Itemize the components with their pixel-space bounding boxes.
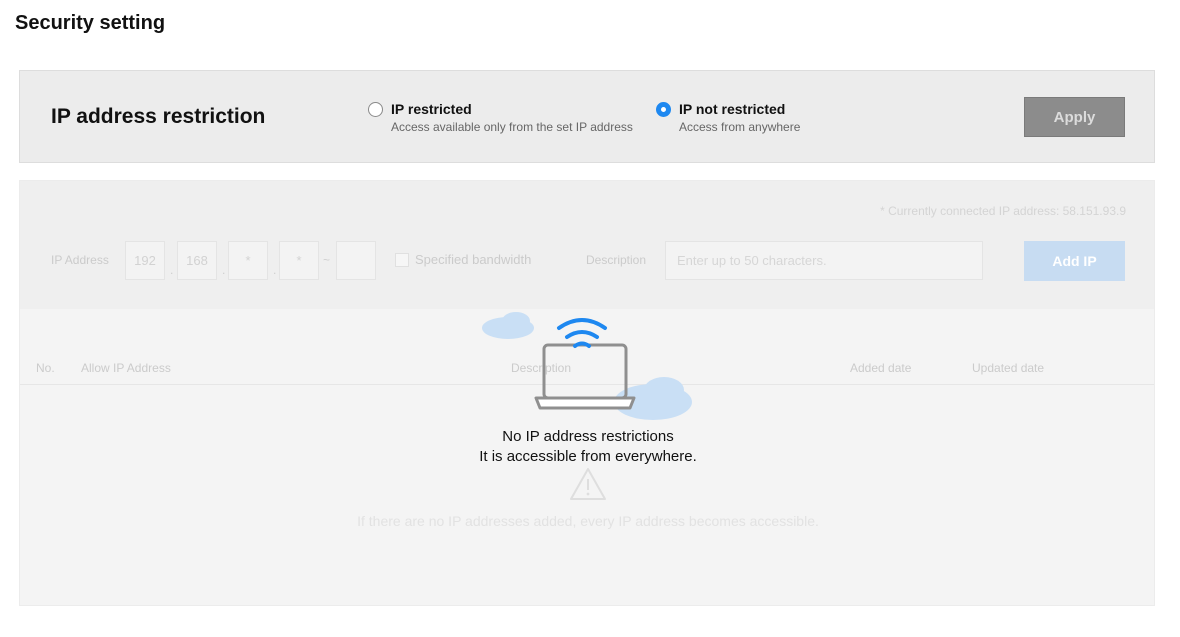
- col-updated-date: Updated date: [972, 361, 1045, 375]
- wifi-icon: [557, 318, 607, 348]
- add-ip-form: * Currently connected IP address: 58.151…: [20, 181, 1154, 309]
- ip-octet-3-input[interactable]: *: [228, 241, 268, 280]
- overlay-message: No IP address restrictions It is accessi…: [0, 427, 1176, 467]
- ip-octet-4-input[interactable]: *: [279, 241, 319, 280]
- overlay-line-2: It is accessible from everywhere.: [479, 448, 697, 465]
- ip-dot: .: [273, 263, 277, 277]
- ip-octet-1-input[interactable]: 192: [125, 241, 165, 280]
- ip-restriction-panel: IP address restriction IP restricted Acc…: [19, 70, 1155, 163]
- col-no: No.: [36, 361, 55, 375]
- ip-range-tilde: ~: [323, 253, 331, 267]
- ip-octet-2-input[interactable]: 168: [177, 241, 217, 280]
- restriction-title: IP address restriction: [51, 105, 266, 128]
- description-label: Description: [586, 253, 647, 267]
- empty-list-text: If there are no IP addresses added, ever…: [357, 513, 819, 529]
- ip-dot: .: [222, 263, 226, 277]
- laptop-icon: [534, 343, 636, 410]
- bandwidth-label: Specified bandwidth: [415, 252, 532, 267]
- bandwidth-checkbox[interactable]: [395, 253, 409, 267]
- ip-range-end-input[interactable]: [336, 241, 376, 280]
- ip-dot: .: [170, 263, 174, 277]
- warning-icon: [570, 468, 606, 500]
- radio-ip-not-restricted-circle[interactable]: [656, 102, 671, 117]
- connected-ip-note: * Currently connected IP address: 58.151…: [880, 204, 1126, 218]
- page-title: Security setting: [15, 12, 166, 34]
- add-ip-button[interactable]: Add IP: [1024, 241, 1125, 281]
- overlay-line-1: No IP address restrictions: [502, 428, 674, 445]
- radio-ip-not-restricted-desc: Access from anywhere: [679, 120, 801, 134]
- ip-address-label: IP Address: [51, 253, 109, 267]
- no-restriction-illustration: [482, 312, 692, 420]
- radio-ip-restricted-desc: Access available only from the set IP ad…: [391, 120, 633, 134]
- cloud-icon: [482, 312, 534, 339]
- radio-ip-restricted-circle[interactable]: [368, 102, 383, 117]
- apply-button[interactable]: Apply: [1024, 97, 1125, 137]
- col-allow-ip: Allow IP Address: [81, 361, 171, 375]
- radio-ip-not-restricted-label: IP not restricted: [679, 101, 786, 117]
- radio-ip-restricted-label: IP restricted: [391, 101, 472, 117]
- description-input[interactable]: Enter up to 50 characters.: [665, 241, 983, 280]
- col-added-date: Added date: [850, 361, 912, 375]
